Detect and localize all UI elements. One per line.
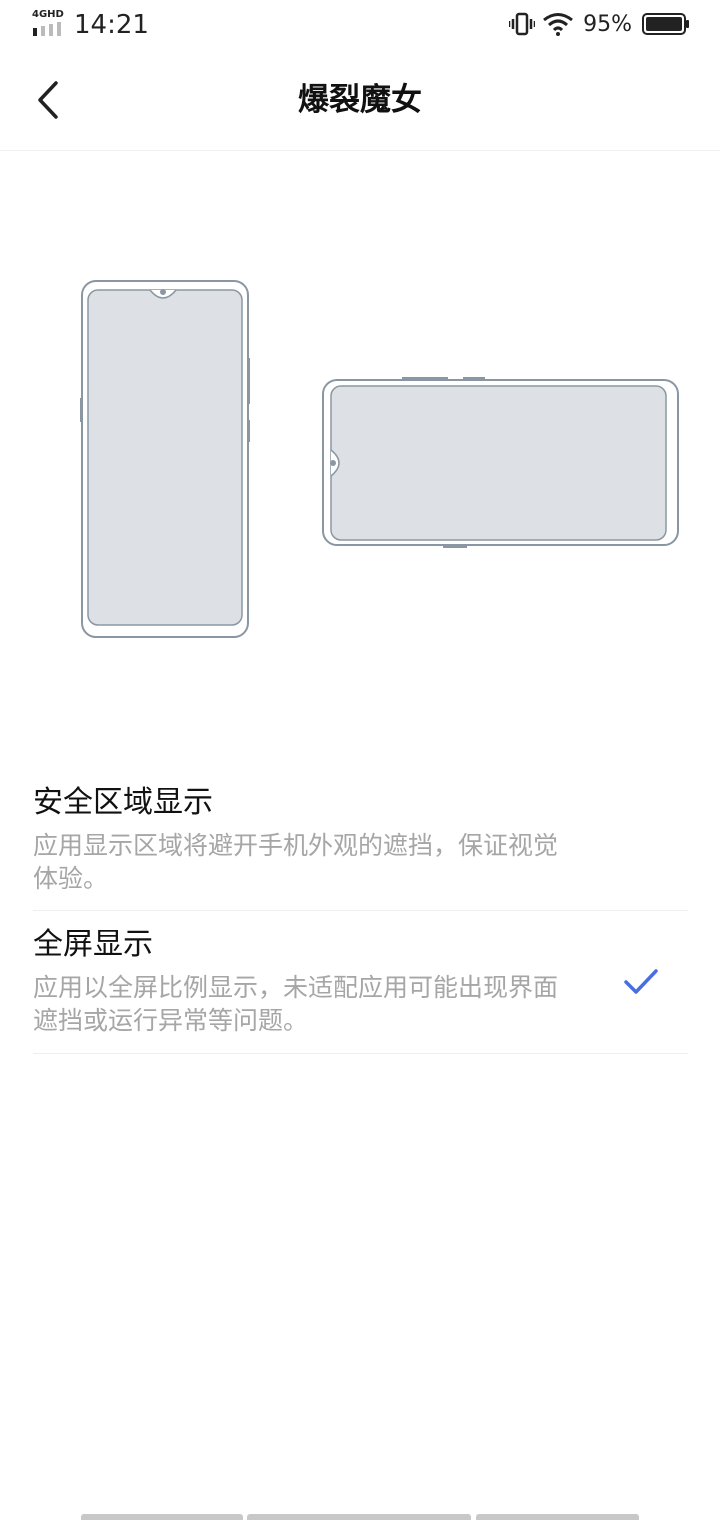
status-icons: 95% [501, 8, 690, 40]
option-safe-area[interactable]: 安全区域显示 应用显示区域将避开手机外观的遮挡，保证视觉体验。 [33, 783, 688, 911]
option-description: 应用显示区域将避开手机外观的遮挡，保证视觉体验。 [33, 831, 559, 893]
title-bar: 爆裂魔女 [0, 50, 720, 151]
network-type: 4GHD [32, 9, 64, 20]
signal-icon [33, 22, 61, 36]
gesture-segment [247, 1514, 471, 1520]
option-title: 全屏显示 [33, 927, 153, 962]
vibrate-icon [509, 12, 536, 36]
status-time: 14:21 [74, 10, 149, 40]
battery-percent: 95% [583, 11, 632, 37]
gesture-segment [476, 1514, 639, 1520]
option-full-screen[interactable]: 全屏显示 应用以全屏比例显示，未适配应用可能出现界面遮挡或运行异常等问题。 [33, 925, 688, 1054]
screen: 4GHD 14:21 95% 爆裂魔女 安全区域显示 应用显示区域将避开手机外观… [0, 0, 720, 1520]
portrait-phone-illustration [80, 280, 250, 638]
option-title: 安全区域显示 [33, 785, 213, 820]
checkmark-icon [624, 969, 658, 994]
status-bar: 4GHD 14:21 95% [0, 0, 720, 50]
gesture-segment [81, 1514, 243, 1520]
option-description: 应用以全屏比例显示，未适配应用可能出现界面遮挡或运行异常等问题。 [33, 973, 559, 1035]
gesture-navigation-bar[interactable] [81, 1514, 639, 1520]
wifi-icon [543, 13, 574, 36]
display-mode-illustration [80, 280, 679, 638]
page-title: 爆裂魔女 [298, 82, 422, 118]
landscape-phone-illustration [322, 377, 679, 548]
battery-icon [642, 13, 689, 35]
